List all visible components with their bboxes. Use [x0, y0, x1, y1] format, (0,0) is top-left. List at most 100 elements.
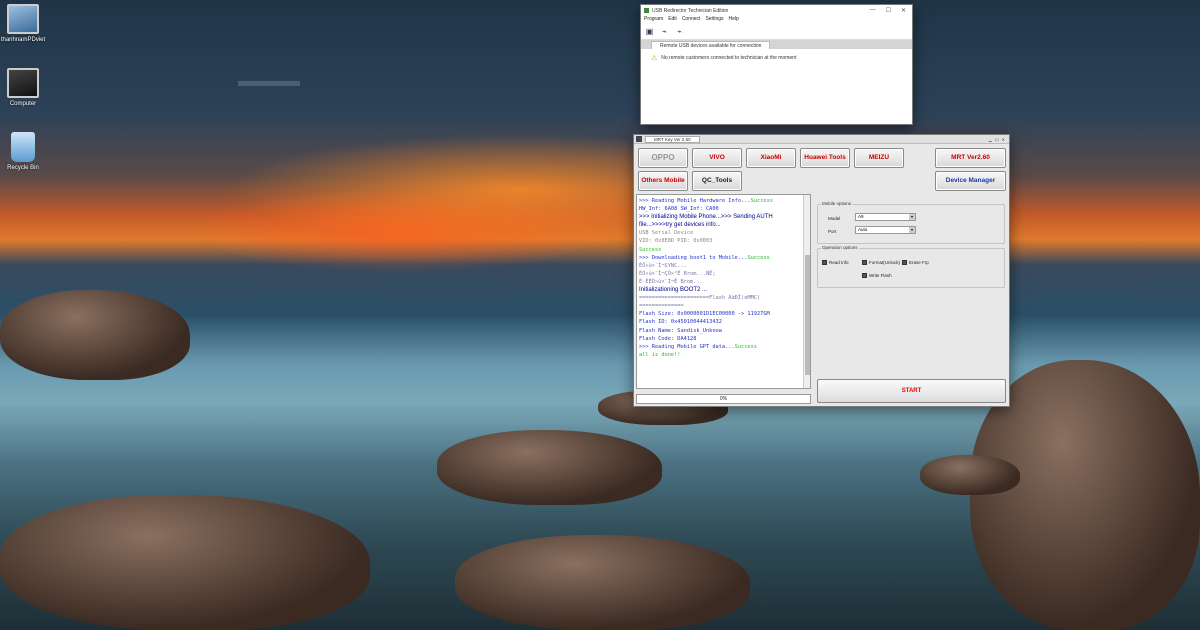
usb-menubar: Program Edit Connect Settings Help — [641, 16, 912, 24]
usb-notice-text: No remote customers connected to technic… — [661, 55, 797, 61]
operation-options-group: Operation options Read Info Format(Unloc… — [817, 245, 1005, 288]
desktop-icon-recycle-bin[interactable]: Recycle Bin — [0, 132, 46, 171]
usb-notice: ⚠ No remote customers connected to techn… — [641, 49, 912, 62]
menu-settings[interactable]: Settings — [705, 16, 723, 24]
menu-help[interactable]: Help — [729, 16, 739, 24]
device-manager-button[interactable]: Device Manager — [935, 171, 1006, 191]
menu-edit[interactable]: Edit — [668, 16, 677, 24]
rock-bottom-center — [455, 535, 750, 630]
log-line: file...>>>>try get devices info... — [639, 221, 800, 229]
oppo-button[interactable]: OPPO — [638, 148, 688, 168]
log-line: >>> Initializing Mobile Phone...>>> Send… — [639, 213, 800, 221]
log-lines: >>> Reading Mobile Hardware Info...Succe… — [639, 197, 800, 359]
log-line-text: >>> Downloading boot1 to Mobile... — [639, 254, 748, 261]
desktop-icon-label: Recycle Bin — [7, 165, 39, 171]
operation-options-legend: Operation options — [821, 245, 859, 250]
device-icon[interactable]: ▣ — [644, 26, 655, 37]
mrt-version-button[interactable]: MRT Ver2.60 — [935, 148, 1006, 168]
log-line: >>> Reading Mobile GPT data...Success — [639, 343, 800, 351]
read-info-label: Read Info — [829, 260, 849, 265]
port-select[interactable]: Auto ▾ — [855, 226, 916, 234]
rock-bottom-left — [0, 495, 370, 630]
warning-icon: ⚠ — [651, 55, 658, 62]
usb-window-title: USB Redirector Technician Edition — [652, 7, 729, 14]
format-unlock-checkbox[interactable]: Format(Unlock) — [862, 260, 900, 265]
monitor-icon — [7, 4, 39, 34]
computer-icon — [7, 68, 39, 98]
log-line: Flash Name: Sandisk_Unknow — [639, 327, 800, 335]
close-icon[interactable]: ✕ — [901, 7, 906, 14]
log-line: Flash Size: 0x0000001D1EC00000 -> 11927G… — [639, 310, 800, 318]
usb-toolbar: ▣ ⌁ ⌁ — [641, 24, 912, 40]
rock-left — [0, 290, 190, 380]
desktop-icon-computer[interactable]: Computer — [0, 68, 46, 107]
read-info-checkbox[interactable]: Read Info — [822, 260, 849, 265]
erase-frp-checkbox[interactable]: Erase Frp — [902, 260, 929, 265]
log-line: HW_Inf: 6A08 SW_Inf: CA00 — [639, 205, 800, 213]
log-line-text: Flash Code: DA4128 — [639, 335, 697, 342]
log-line: USB Serial Device — [639, 229, 800, 237]
usb-plug-icon[interactable]: ⌁ — [674, 26, 685, 37]
port-value: Auto — [858, 227, 868, 232]
log-line: ============== — [639, 302, 800, 310]
log-output[interactable]: >>> Reading Mobile Hardware Info...Succe… — [636, 194, 811, 389]
usb-tabstrip: Remote USB devices available for connect… — [641, 40, 912, 49]
log-line-text: USB Serial Device — [639, 230, 694, 237]
checkbox-icon — [822, 260, 827, 265]
log-line-text: ======================Flash ÀàÐÍ(eMMC) — [639, 295, 761, 302]
log-line: all is done!! — [639, 351, 800, 359]
log-line-text: Flash Size: 0x0000001D1EC00000 -> 11927G… — [639, 311, 770, 318]
log-line-text: >>> Reading Mobile Hardware Info... — [639, 198, 751, 204]
chevron-down-icon[interactable]: ▾ — [909, 214, 915, 220]
log-line-text: Flash ID: 0x45010044413432 — [639, 319, 722, 326]
desktop-artifact — [238, 81, 300, 86]
log-line: Flash Code: DA4128 — [639, 335, 800, 343]
tab-remote-devices[interactable]: Remote USB devices available for connect… — [651, 41, 771, 49]
mrt-key-window[interactable]: MRT Key Ver 2.60 ▁ ☐ ✕ OPPO VIVO XiaoMi … — [633, 134, 1010, 407]
log-line-status: Success — [734, 343, 757, 350]
checkbox-icon — [902, 260, 907, 265]
erase-frp-label: Erase Frp — [909, 260, 929, 265]
menu-connect[interactable]: Connect — [682, 16, 701, 24]
minimize-icon[interactable]: — — [870, 7, 876, 14]
log-line: >>> Reading Mobile Hardware Info...Succe… — [639, 197, 800, 205]
log-scrollbar[interactable] — [803, 195, 810, 388]
window-controls[interactable]: ▁ ☐ ✕ — [989, 137, 1009, 142]
desktop-icon-label: Computer — [9, 101, 37, 107]
model-select[interactable]: A9 ▾ — [855, 213, 916, 221]
others-mobile-button[interactable]: Others Mobile — [638, 171, 688, 191]
desktop-icon-user[interactable]: thanhnamPDviet — [0, 4, 46, 43]
log-line-text: VID: 0x0E8D PID: 0x0003 — [639, 238, 713, 245]
xiaomi-button[interactable]: XiaoMi — [746, 148, 796, 168]
log-line-text: ÈÕ»ù×¨Ì¬ÇÒ×²Ê Brom...ÑÊ¦ — [639, 270, 716, 277]
vivo-button[interactable]: VIVO — [692, 148, 742, 168]
mrt-titlebar[interactable]: MRT Key Ver 2.60 ▁ ☐ ✕ — [634, 135, 1009, 144]
usb-titlebar[interactable]: USB Redirector Technician Edition — ☐ ✕ — [641, 5, 912, 16]
meizu-button[interactable]: MEIZU — [854, 148, 904, 168]
log-line-text: file...>>>>try get devices info... — [639, 222, 721, 229]
huawei-tools-button[interactable]: Huawei Tools — [800, 148, 850, 168]
log-line: ======================Flash ÀàÐÍ(eMMC) — [639, 294, 800, 302]
qc-tools-button[interactable]: QC_Tools — [692, 171, 742, 191]
usb-redirector-window[interactable]: USB Redirector Technician Edition — ☐ ✕ … — [640, 4, 913, 125]
log-line-status: Success — [750, 198, 773, 204]
menu-program[interactable]: Program — [644, 16, 663, 24]
maximize-icon[interactable]: ☐ — [886, 7, 891, 14]
log-line-text: >>> Reading Mobile GPT data... — [639, 343, 735, 350]
scroll-thumb[interactable] — [805, 255, 810, 375]
recycle-bin-icon — [11, 132, 35, 162]
mobile-options-legend: Mobile options — [821, 201, 853, 206]
log-line-text: ============== — [639, 303, 684, 310]
chevron-down-icon[interactable]: ▾ — [909, 227, 915, 233]
log-line-status: Success — [747, 254, 770, 261]
progress-bar: 0% — [636, 394, 811, 404]
model-label: Model — [828, 216, 841, 221]
usb-plug-icon[interactable]: ⌁ — [659, 26, 670, 37]
start-button[interactable]: START — [817, 379, 1006, 403]
checkbox-icon — [862, 273, 867, 278]
app-icon — [644, 8, 649, 13]
log-line: VID: 0x0E8D PID: 0x0003 — [639, 237, 800, 245]
mrt-window-title: MRT Key Ver 2.60 — [645, 135, 700, 143]
write-flash-checkbox[interactable]: Write Flash — [862, 273, 892, 278]
log-line-text: all is done!! — [639, 351, 681, 358]
